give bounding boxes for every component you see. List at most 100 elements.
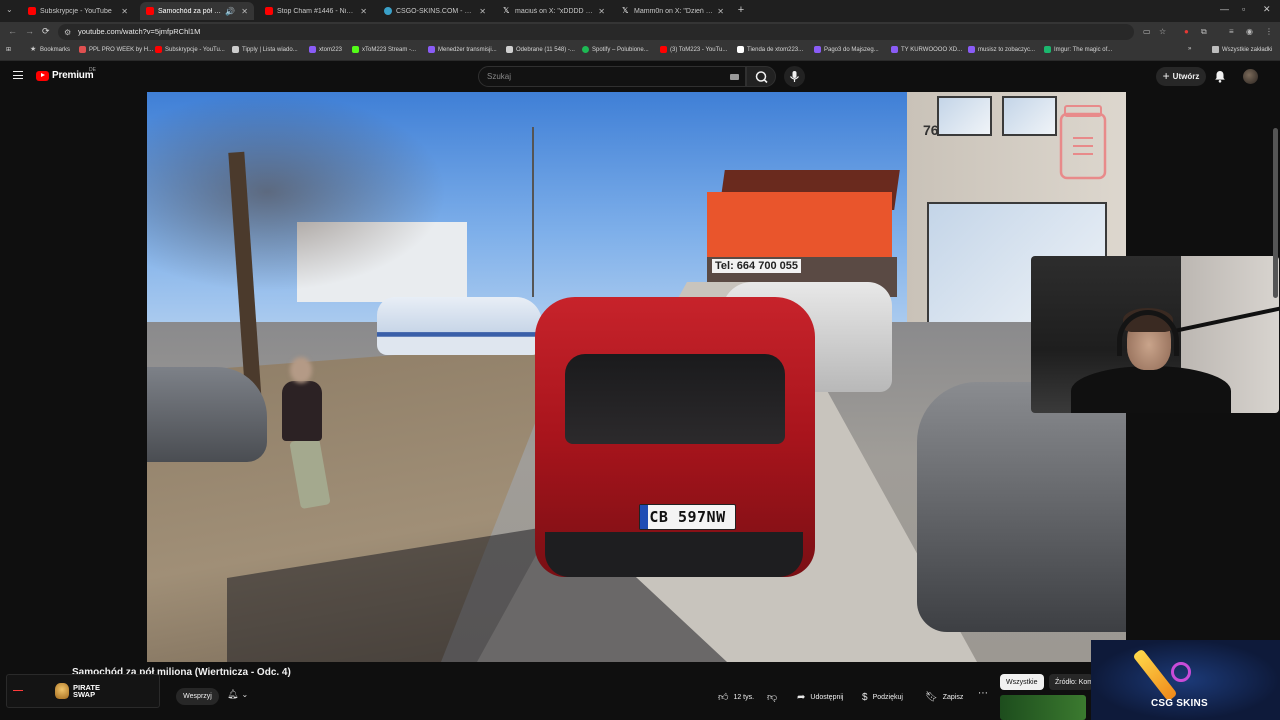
close-tab-icon[interactable]: ✕ — [360, 7, 367, 16]
address-bar: ← → ⟳ ⚙ youtube.com/watch?v=5jmfpRChl1M … — [0, 22, 1280, 42]
cast-icon[interactable]: ▭ — [1143, 27, 1151, 36]
create-button[interactable]: + Utwórz — [1156, 67, 1206, 86]
bookmark-item[interactable]: Spotify – Polubione... — [582, 46, 649, 53]
tab-x-mamm0n[interactable]: 𝕏 Mamm0n on X: "Dzień Dobry! ✕ — [616, 2, 730, 20]
reload-icon[interactable]: ⟳ — [42, 26, 50, 37]
pirateswap-banner[interactable]: PIRATE SWAP — [6, 674, 160, 708]
bookmark-item[interactable]: TY KURWOOOO XD... — [891, 46, 962, 53]
dislike-button[interactable]: 👎︎ — [767, 688, 782, 706]
keyboard-icon[interactable] — [730, 74, 739, 80]
chip-all[interactable]: Wszystkie — [1000, 674, 1044, 690]
like-button[interactable]: 👍︎ 12 tys. — [718, 688, 754, 706]
telephone-sign: Tel: 664 700 055 — [712, 259, 801, 273]
media-control-icon[interactable]: ≡ — [1229, 27, 1234, 36]
bookmark-item[interactable]: musisz to zobaczyc... — [968, 46, 1035, 53]
close-tab-icon[interactable]: ✕ — [479, 7, 486, 16]
tab-subscriptions[interactable]: Subskrypcje - YouTube ✕ — [22, 2, 134, 20]
close-tab-icon[interactable]: ✕ — [241, 7, 248, 16]
parked-car-left — [147, 367, 267, 462]
tab-csgo-skins[interactable]: CSGO-SKINS.COM - Najlepsze ✕ — [378, 2, 492, 20]
bookmark-favicon-icon — [79, 46, 86, 53]
bookmark-item[interactable]: Tienda de xtom223... — [737, 46, 803, 53]
tab-title: Subskrypcje - YouTube — [40, 7, 112, 15]
support-button[interactable]: Wesprzyj — [176, 688, 219, 705]
menu-dots-icon[interactable]: ⋮ — [1265, 27, 1273, 36]
tab-stop-cham[interactable]: Stop Cham #1446 - Niebezpiecz ✕ — [259, 2, 373, 20]
minimize-icon[interactable]: — — [1220, 4, 1229, 14]
person — [277, 357, 332, 517]
bookmark-item[interactable]: xToM223 Stream -... — [352, 46, 416, 53]
bookmark-item[interactable]: Pago3 do Majszeg... — [814, 46, 879, 53]
page-scrollbar[interactable] — [1273, 128, 1278, 298]
logo-word: Premium — [52, 70, 94, 81]
like-count: 12 tys. — [733, 693, 755, 701]
bookmark-label: Odebrane (11 548) -... — [516, 46, 575, 53]
all-bookmarks[interactable]: Wszystkie zakładki — [1212, 46, 1272, 53]
notifications-button[interactable] — [1214, 70, 1226, 88]
person-legs — [289, 436, 331, 510]
search-placeholder: Szukaj — [487, 72, 512, 81]
bookmark-item[interactable]: Tipply | Lista wiado... — [232, 46, 298, 53]
avatar[interactable] — [1243, 69, 1258, 84]
tab-title: maciuś on X: "xDDDD co jest tu — [515, 7, 594, 15]
voice-search-button[interactable] — [784, 66, 805, 87]
banner-accent-line — [13, 690, 23, 691]
profile-icon[interactable]: ◉ — [1246, 27, 1253, 36]
share-button[interactable]: ➦ Udostępnij — [797, 688, 843, 706]
bookmark-label: TY KURWOOOO XD... — [901, 46, 963, 53]
folder-icon — [1212, 46, 1219, 53]
bookmark-item[interactable]: (3) ToM223 - YouTu... — [660, 46, 727, 53]
bookmark-item[interactable]: ★ Bookmarks — [30, 46, 70, 53]
close-tab-icon[interactable]: ✕ — [717, 7, 724, 16]
youtube-logo[interactable]: Premium DE — [36, 67, 96, 81]
maximize-icon[interactable]: ▫ — [1242, 4, 1245, 14]
forward-icon[interactable]: → — [25, 26, 34, 36]
subscription-bell-button[interactable]: 🔔︎ ⌄ — [227, 689, 248, 700]
imgur-favicon-icon — [1044, 46, 1051, 53]
url-field[interactable]: ⚙ youtube.com/watch?v=5jmfpRChl1M — [58, 24, 1134, 40]
close-window-icon[interactable]: ✕ — [1263, 4, 1271, 15]
tab-title: Samochód za pół miliona — [158, 7, 221, 15]
police-car — [377, 297, 542, 355]
search-button[interactable] — [746, 66, 776, 87]
pharmacy-sign-icon — [1059, 105, 1107, 180]
video-player[interactable]: Tel: 664 700 055 76 CB 597NW — [147, 92, 1126, 662]
chip-source[interactable]: Źródło: Kom — [1049, 674, 1093, 690]
recommended-thumbnail[interactable] — [1000, 695, 1086, 720]
bookmark-item[interactable]: Menedżer transmisji... — [428, 46, 497, 53]
site-info-icon[interactable]: ⚙ — [64, 28, 71, 37]
tab-video[interactable]: Samochód za pół miliona 🔊 ✕ — [140, 2, 254, 20]
more-bookmarks-icon[interactable]: » — [1188, 46, 1191, 52]
save-button[interactable]: 🔖︎ Zapisz — [925, 688, 963, 706]
tab-search-icon[interactable]: ⌄ — [6, 5, 13, 14]
extensions-icon[interactable]: ⧉ — [1201, 27, 1207, 37]
bookmark-label: xToM223 Stream -... — [362, 46, 417, 53]
thumbs-down-icon: 👎︎ — [767, 692, 778, 703]
thanks-button[interactable]: $ Podziękuj — [862, 688, 903, 706]
close-tab-icon[interactable]: ✕ — [598, 7, 605, 16]
bookmark-item[interactable]: xtom223 — [309, 46, 342, 53]
youtube-favicon-icon — [265, 7, 273, 15]
youtube-favicon-icon — [660, 46, 667, 53]
close-tab-icon[interactable]: ✕ — [121, 7, 128, 16]
menu-icon[interactable] — [13, 71, 23, 79]
bookmark-item[interactable]: PPL PRO WEEK by H... — [79, 46, 153, 53]
bookmarks-bar: ⊞ ★ Bookmarks PPL PRO WEEK by H... Subskr… — [0, 42, 1280, 61]
speaker-icon[interactable]: 🔊 — [225, 7, 235, 16]
bookmark-star-icon[interactable]: ☆ — [1159, 27, 1166, 36]
twitch-favicon-icon — [814, 46, 821, 53]
extension-red-icon[interactable]: ● — [1184, 27, 1189, 36]
new-tab-button[interactable]: + — [735, 3, 747, 17]
back-icon[interactable]: ← — [8, 26, 17, 36]
apps-icon[interactable]: ⊞ — [6, 46, 11, 53]
search-input[interactable]: Szukaj — [478, 66, 746, 87]
more-actions-button[interactable]: ⋯ — [977, 688, 989, 704]
tab-x-maciu[interactable]: 𝕏 maciuś on X: "xDDDD co jest tu ✕ — [497, 2, 611, 20]
bookmark-item[interactable]: Odebrane (11 548) -... — [506, 46, 575, 53]
tab-title: Mamm0n on X: "Dzień Dobry! — [634, 7, 713, 15]
bookmark-item[interactable]: Subskrypcje - YouTu... — [155, 46, 225, 53]
share-label: Udostępnij — [810, 693, 844, 701]
bookmark-label: Bookmarks — [40, 46, 71, 53]
x-favicon-icon: 𝕏 — [622, 6, 629, 15]
bookmark-item[interactable]: Imgur: The magic of... — [1044, 46, 1112, 53]
